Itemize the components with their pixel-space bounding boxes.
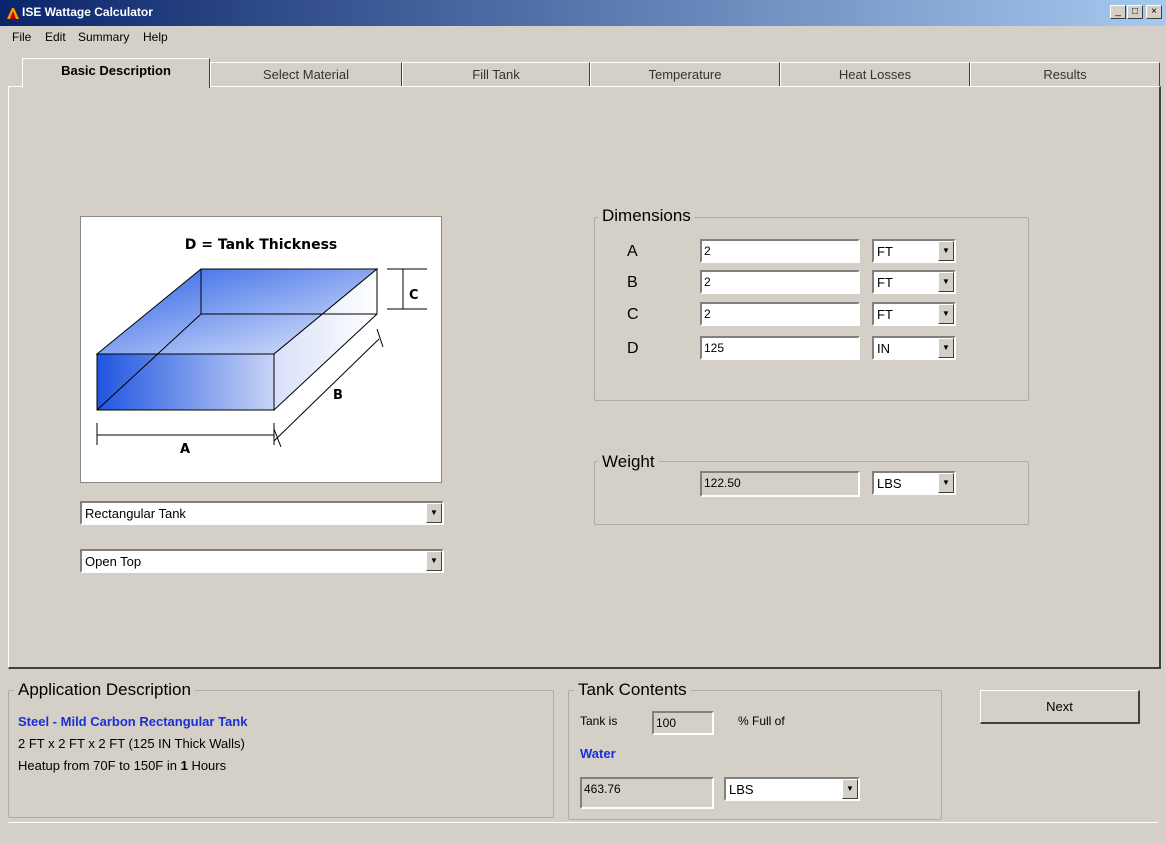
diagram-label-b: B: [333, 388, 343, 403]
tank-shape-value: Rectangular Tank: [85, 506, 186, 521]
tank-contents-title: Tank Contents: [574, 680, 691, 700]
contents-weight-unit: LBS: [729, 782, 754, 797]
application-description-title: Application Description: [14, 680, 195, 700]
tank-contents-substance[interactable]: Water: [580, 746, 616, 761]
weight-unit-select[interactable]: LBS ▼: [872, 471, 956, 495]
title-bar: ISE Wattage Calculator _ □ ×: [0, 0, 1166, 26]
dropdown-arrow-icon[interactable]: ▼: [938, 473, 954, 493]
dropdown-arrow-icon[interactable]: ▼: [842, 779, 858, 799]
tab-select-material[interactable]: Select Material: [210, 62, 402, 86]
application-description-heatup: Heatup from 70F to 150F in 1 Hours: [18, 758, 226, 773]
tab-label: Basic Description: [61, 63, 171, 78]
dimension-a-unit: FT: [877, 244, 893, 259]
tank-diagram-svg: D = Tank Thickness A B C: [95, 237, 427, 457]
menu-bar: File Edit Summary Help: [0, 26, 1166, 48]
dimension-a-input[interactable]: 2: [700, 239, 860, 263]
dropdown-arrow-icon[interactable]: ▼: [426, 551, 442, 571]
dimension-b-input[interactable]: 2: [700, 270, 860, 294]
tank-shape-select[interactable]: Rectangular Tank ▼: [80, 501, 444, 525]
menu-help[interactable]: Help: [143, 30, 168, 44]
application-description-group: [8, 690, 554, 818]
next-button[interactable]: Next: [980, 690, 1140, 724]
dropdown-arrow-icon[interactable]: ▼: [938, 338, 954, 358]
heatup-prefix: Heatup from 70F to 150F in: [18, 758, 181, 773]
heatup-suffix: Hours: [187, 758, 227, 773]
percent-full-label: % Full of: [738, 714, 785, 728]
dimension-d-label: D: [627, 340, 639, 357]
tab-label: Results: [1043, 67, 1087, 82]
menu-file[interactable]: File: [12, 30, 31, 44]
minimize-button[interactable]: _: [1110, 5, 1126, 19]
contents-weight-unit-select[interactable]: LBS ▼: [724, 777, 860, 801]
dimension-d-unit: IN: [877, 341, 890, 356]
dimension-a-unit-select[interactable]: FT ▼: [872, 239, 956, 263]
tank-top-select[interactable]: Open Top ▼: [80, 549, 444, 573]
dimension-d-unit-select[interactable]: IN ▼: [872, 336, 956, 360]
dimension-c-unit: FT: [877, 307, 893, 322]
dimension-c-input[interactable]: 2: [700, 302, 860, 326]
diagram-title: D = Tank Thickness: [185, 237, 338, 253]
dropdown-arrow-icon[interactable]: ▼: [938, 241, 954, 261]
dimension-b-unit: FT: [877, 275, 893, 290]
close-button[interactable]: ×: [1146, 5, 1162, 19]
diagram-label-a: A: [180, 442, 190, 457]
percent-full-input[interactable]: 100: [652, 711, 714, 735]
dropdown-arrow-icon[interactable]: ▼: [938, 304, 954, 324]
tab-label: Heat Losses: [838, 67, 912, 82]
app-icon: [7, 8, 19, 19]
dimension-b-label: B: [627, 274, 638, 291]
dimension-d-input[interactable]: 125: [700, 336, 860, 360]
window-title: ISE Wattage Calculator: [22, 5, 153, 19]
tab-label: Fill Tank: [472, 67, 520, 82]
diagram-label-c: C: [409, 288, 419, 303]
tank-top-value: Open Top: [85, 554, 142, 569]
dropdown-arrow-icon[interactable]: ▼: [938, 272, 954, 292]
menu-summary[interactable]: Summary: [78, 30, 129, 44]
contents-weight-value: 463.76: [580, 777, 714, 809]
heatup-hours: 1: [180, 758, 188, 773]
tab-temperature[interactable]: Temperature: [590, 62, 780, 86]
tab-fill-tank[interactable]: Fill Tank: [402, 62, 590, 86]
dropdown-arrow-icon[interactable]: ▼: [426, 503, 442, 523]
tab-heat-losses[interactable]: Heat Losses: [780, 62, 970, 86]
application-description-material: Steel - Mild Carbon Rectangular Tank: [18, 714, 248, 729]
application-description-size: 2 FT x 2 FT x 2 FT (125 IN Thick Walls): [18, 736, 245, 751]
weight-unit: LBS: [877, 476, 902, 491]
status-bar: [8, 822, 1158, 842]
tab-basic-description[interactable]: Basic Description: [22, 58, 210, 88]
dimension-c-label: C: [627, 306, 639, 323]
tank-is-label: Tank is: [580, 714, 618, 728]
dimensions-title: Dimensions: [598, 206, 695, 226]
tab-results[interactable]: Results: [970, 62, 1160, 86]
maximize-button[interactable]: □: [1127, 5, 1143, 19]
dimension-a-label: A: [627, 243, 638, 260]
weight-title: Weight: [598, 452, 659, 472]
dimension-b-unit-select[interactable]: FT ▼: [872, 270, 956, 294]
dimension-c-unit-select[interactable]: FT ▼: [872, 302, 956, 326]
tab-label: Temperature: [648, 67, 722, 82]
weight-value: 122.50: [700, 471, 860, 497]
tank-diagram: D = Tank Thickness A B C: [80, 216, 442, 483]
menu-edit[interactable]: Edit: [45, 30, 66, 44]
tab-label: Select Material: [263, 67, 349, 82]
